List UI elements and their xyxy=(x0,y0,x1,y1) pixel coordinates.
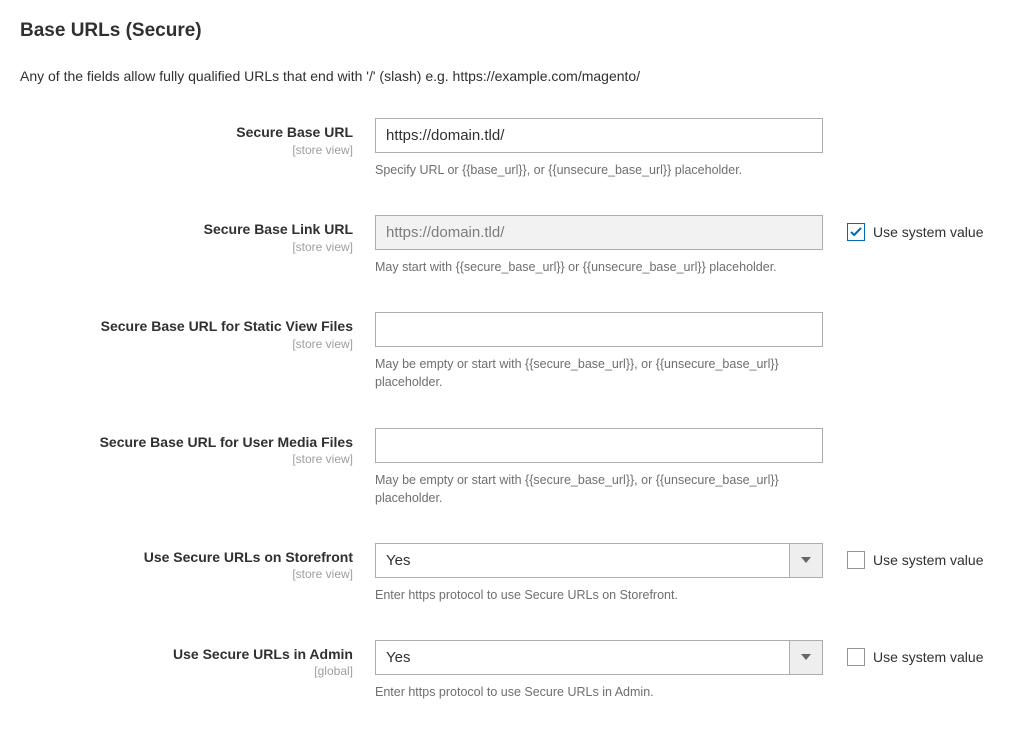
label-col: Secure Base URL [store view] xyxy=(20,118,375,157)
field-label: Use Secure URLs in Admin xyxy=(20,646,353,664)
row-media-url: Secure Base URL for User Media Files [st… xyxy=(20,428,1004,507)
field-hint: May be empty or start with {{secure_base… xyxy=(375,471,823,507)
label-col: Secure Base URL for User Media Files [st… xyxy=(20,428,375,467)
label-col: Secure Base Link URL [store view] xyxy=(20,215,375,254)
row-secure-base-url: Secure Base URL [store view] Specify URL… xyxy=(20,118,1004,179)
field-hint: May be empty or start with {{secure_base… xyxy=(375,355,823,391)
secure-base-link-url-input xyxy=(375,215,823,250)
row-storefront: Use Secure URLs on Storefront [store vie… xyxy=(20,543,1004,604)
select-wrap xyxy=(375,640,823,675)
value-col: May start with {{secure_base_url}} or {{… xyxy=(375,215,823,276)
field-label: Secure Base URL for Static View Files xyxy=(20,318,353,336)
field-label: Secure Base Link URL xyxy=(20,221,353,239)
checkmark-icon xyxy=(850,227,862,237)
use-system-col: Use system value xyxy=(823,640,983,666)
field-label: Secure Base URL xyxy=(20,124,353,142)
field-scope: [store view] xyxy=(20,337,353,351)
secure-media-url-input[interactable] xyxy=(375,428,823,463)
value-col: May be empty or start with {{secure_base… xyxy=(375,312,823,391)
row-admin: Use Secure URLs in Admin [global] Enter … xyxy=(20,640,1004,701)
field-scope: [store view] xyxy=(20,567,353,581)
secure-static-url-input[interactable] xyxy=(375,312,823,347)
field-scope: [store view] xyxy=(20,143,353,157)
label-col: Use Secure URLs on Storefront [store vie… xyxy=(20,543,375,582)
row-static-url: Secure Base URL for Static View Files [s… xyxy=(20,312,1004,391)
field-label: Use Secure URLs on Storefront xyxy=(20,549,353,567)
use-system-col: Use system value xyxy=(823,543,983,569)
use-system-value-label[interactable]: Use system value xyxy=(873,552,983,568)
field-label: Secure Base URL for User Media Files xyxy=(20,434,353,452)
field-scope: [store view] xyxy=(20,240,353,254)
field-hint: Enter https protocol to use Secure URLs … xyxy=(375,586,823,604)
section-description: Any of the fields allow fully qualified … xyxy=(20,68,1004,84)
value-col: Specify URL or {{base_url}}, or {{unsecu… xyxy=(375,118,823,179)
use-system-value-checkbox[interactable] xyxy=(847,648,865,666)
storefront-select[interactable] xyxy=(375,543,823,578)
admin-select[interactable] xyxy=(375,640,823,675)
value-col: May be empty or start with {{secure_base… xyxy=(375,428,823,507)
secure-base-url-input[interactable] xyxy=(375,118,823,153)
field-scope: [store view] xyxy=(20,452,353,466)
field-hint: Specify URL or {{base_url}}, or {{unsecu… xyxy=(375,161,823,179)
use-system-value-label[interactable]: Use system value xyxy=(873,224,983,240)
field-scope: [global] xyxy=(20,664,353,678)
row-secure-base-link-url: Secure Base Link URL [store view] May st… xyxy=(20,215,1004,276)
label-col: Secure Base URL for Static View Files [s… xyxy=(20,312,375,351)
section-title: Base URLs (Secure) xyxy=(20,20,1004,42)
value-col: Enter https protocol to use Secure URLs … xyxy=(375,543,823,604)
value-col: Enter https protocol to use Secure URLs … xyxy=(375,640,823,701)
field-hint: Enter https protocol to use Secure URLs … xyxy=(375,683,823,701)
use-system-value-label[interactable]: Use system value xyxy=(873,649,983,665)
use-system-value-checkbox[interactable] xyxy=(847,551,865,569)
use-system-value-checkbox[interactable] xyxy=(847,223,865,241)
select-wrap xyxy=(375,543,823,578)
field-hint: May start with {{secure_base_url}} or {{… xyxy=(375,258,823,276)
label-col: Use Secure URLs in Admin [global] xyxy=(20,640,375,679)
use-system-col: Use system value xyxy=(823,215,983,241)
